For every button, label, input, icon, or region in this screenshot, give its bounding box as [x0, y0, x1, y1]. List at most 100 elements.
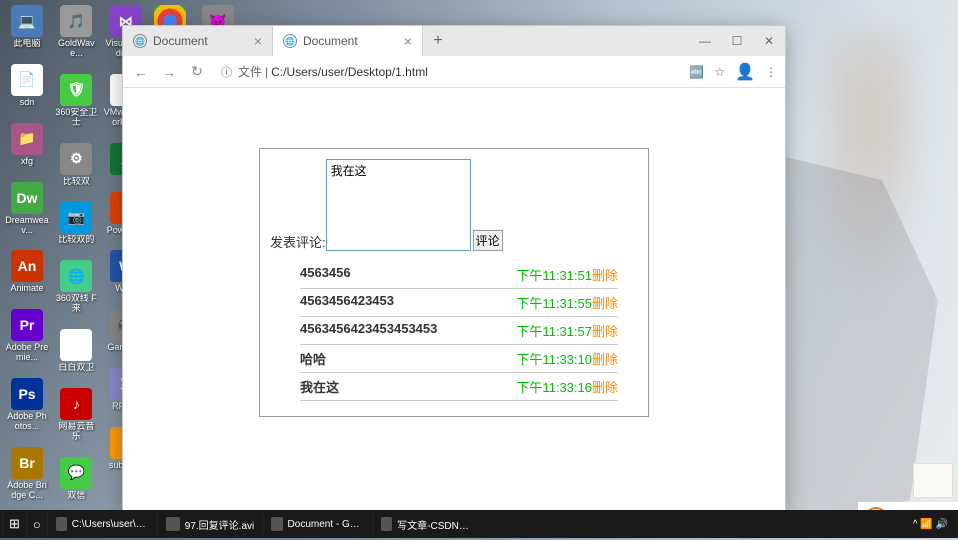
- task-icon: [56, 517, 67, 531]
- browser-titlebar: 🌐 Document × 🌐 Document × + — ☐ ✕: [123, 26, 785, 56]
- task-icon: [166, 517, 180, 531]
- desktop-icon[interactable]: 🌐360双线 F来: [54, 260, 98, 314]
- task-label: 写文章-CSDN博客 - ...: [397, 517, 474, 532]
- comment-text: 4563456: [300, 265, 351, 284]
- comment-time: 下午11:33:16: [516, 377, 592, 396]
- app-icon: Br: [11, 447, 43, 479]
- icon-label: Adobe Bridge C...: [5, 481, 49, 501]
- info-icon: ⓘ: [221, 64, 232, 80]
- desktop-icon[interactable]: 💻此电脑: [5, 5, 49, 49]
- comment-item: 我在这 下午11:33:16删除: [300, 373, 618, 401]
- comment-text: 4563456423453453453: [300, 321, 437, 340]
- maximize-button[interactable]: ☐: [721, 26, 753, 56]
- submit-button[interactable]: 评论: [473, 230, 503, 251]
- desktop-icon[interactable]: 🛡360安全卫士: [54, 74, 98, 128]
- url-bar[interactable]: ⓘ 文件 | C:/Users/user/Desktop/1.html: [215, 63, 681, 80]
- app-icon: ∞: [60, 329, 92, 361]
- delete-link[interactable]: 删除: [592, 293, 618, 312]
- desktop-icon[interactable]: 📄 sdn: [5, 64, 49, 108]
- desktop-icon[interactable]: 📷 比较双的: [54, 201, 98, 245]
- start-button[interactable]: ⊞: [2, 511, 26, 537]
- app-icon: Pr: [11, 309, 43, 341]
- task-icon: [271, 517, 282, 531]
- bookmark-icon[interactable]: ☆: [714, 65, 725, 79]
- task-icon: ○: [33, 517, 41, 532]
- task-icon: ⊞: [9, 516, 20, 532]
- delete-link[interactable]: 删除: [592, 265, 618, 284]
- delete-link[interactable]: 删除: [592, 377, 618, 396]
- plant-watermark: [913, 463, 953, 498]
- system-tray[interactable]: ^ 📶 🔊: [913, 519, 956, 530]
- comment-textarea[interactable]: [326, 159, 471, 251]
- delete-link[interactable]: 删除: [592, 349, 618, 368]
- desktop-icon[interactable]: 🎵GoldWave...: [54, 5, 98, 59]
- taskbar: ⊞ ○ C:\Users\user\Deskt... 97.回复评论.avi Docum…: [0, 510, 958, 538]
- app-icon: Dw: [11, 182, 43, 214]
- task-label: Document - Google...: [288, 519, 365, 530]
- comment-text: 我在这: [300, 377, 339, 396]
- reload-button[interactable]: ↻: [187, 63, 207, 80]
- close-icon[interactable]: ×: [254, 33, 262, 49]
- back-button[interactable]: ←: [131, 64, 151, 80]
- menu-icon[interactable]: ⋮: [765, 65, 777, 79]
- tab-1[interactable]: 🌐 Document ×: [273, 26, 423, 56]
- desktop-icon[interactable]: PrAdobe Premie...: [5, 309, 49, 363]
- comment-form: 发表评论: 评论: [270, 159, 618, 251]
- tab-title: Document: [153, 34, 208, 48]
- icon-label: 此电脑: [5, 39, 49, 49]
- desktop-icon[interactable]: ♪网易云音乐: [54, 388, 98, 442]
- globe-icon: 🌐: [133, 34, 147, 48]
- minimize-button[interactable]: —: [689, 26, 721, 56]
- icon-label: 360双线 F来: [54, 294, 98, 314]
- taskbar-item[interactable]: 97.回复评论.avi: [157, 511, 262, 537]
- icon-label: sdn: [5, 98, 49, 108]
- icon-label: 比较双: [54, 177, 98, 187]
- desktop-icon[interactable]: 📁 xfg: [5, 123, 49, 167]
- app-icon: 🌐: [60, 260, 92, 292]
- taskbar-item[interactable]: 写文章-CSDN博客 - ...: [372, 511, 482, 537]
- browser-window: 🌐 Document × 🌐 Document × + — ☐ ✕ ← → ↻ …: [122, 25, 786, 511]
- taskbar-item[interactable]: Document - Google...: [262, 511, 372, 537]
- comment-list: 4563456下午11:31:51删除4563456423453下午11:31:…: [300, 261, 618, 401]
- comment-time: 下午11:33:10: [516, 349, 592, 368]
- comment-time: 下午11:31:55: [516, 293, 592, 312]
- comment-box: 发表评论: 评论 4563456下午11:31:51删除456345642345…: [259, 148, 649, 417]
- app-icon: 💬: [60, 457, 92, 489]
- desktop-icon[interactable]: AnAnimate: [5, 250, 49, 294]
- desktop-icon[interactable]: ∞白白双卫: [54, 329, 98, 373]
- icon-label: 比较双的: [54, 235, 98, 245]
- icon-label: Adobe Premie...: [5, 343, 49, 363]
- profile-icon[interactable]: 👤: [735, 62, 755, 82]
- app-icon: Ps: [11, 378, 43, 410]
- icon-label: Animate: [5, 284, 49, 294]
- icon-label: Adobe Photos...: [5, 412, 49, 432]
- taskbar-item[interactable]: C:\Users\user\Deskt...: [47, 511, 157, 537]
- desktop-icon[interactable]: PsAdobe Photos...: [5, 378, 49, 432]
- desktop-icon[interactable]: DwDreamweav...: [5, 182, 49, 236]
- comment-time: 下午11:31:57: [516, 321, 592, 340]
- tab-title: Document: [303, 34, 358, 48]
- app-icon: 📁: [11, 123, 43, 155]
- cortana-button[interactable]: ○: [26, 511, 47, 537]
- comment-text: 哈哈: [300, 349, 326, 368]
- app-icon: 📷: [60, 201, 92, 233]
- task-label: C:\Users\user\Deskt...: [72, 519, 149, 530]
- add-tab-button[interactable]: +: [423, 26, 453, 56]
- icon-label: GoldWave...: [54, 39, 98, 59]
- desktop-icon[interactable]: 💬双信: [54, 457, 98, 501]
- close-window-button[interactable]: ✕: [753, 26, 785, 56]
- delete-link[interactable]: 删除: [592, 321, 618, 340]
- forward-button[interactable]: →: [159, 64, 179, 80]
- close-icon[interactable]: ×: [404, 33, 412, 49]
- tab-0[interactable]: 🌐 Document ×: [123, 26, 273, 56]
- app-icon: 📄: [11, 64, 43, 96]
- icon-label: xfg: [5, 157, 49, 167]
- url-text: C:/Users/user/Desktop/1.html: [271, 65, 428, 79]
- desktop-icon[interactable]: BrAdobe Bridge C...: [5, 447, 49, 501]
- task-icon: [381, 517, 392, 531]
- desktop-icon[interactable]: ⚙比较双: [54, 143, 98, 187]
- translate-icon[interactable]: 🔤: [689, 65, 704, 79]
- url-prefix: 文件: [238, 63, 262, 80]
- app-icon: 🛡: [60, 74, 92, 106]
- comment-item: 4563456423453453453 下午11:31:57删除: [300, 317, 618, 345]
